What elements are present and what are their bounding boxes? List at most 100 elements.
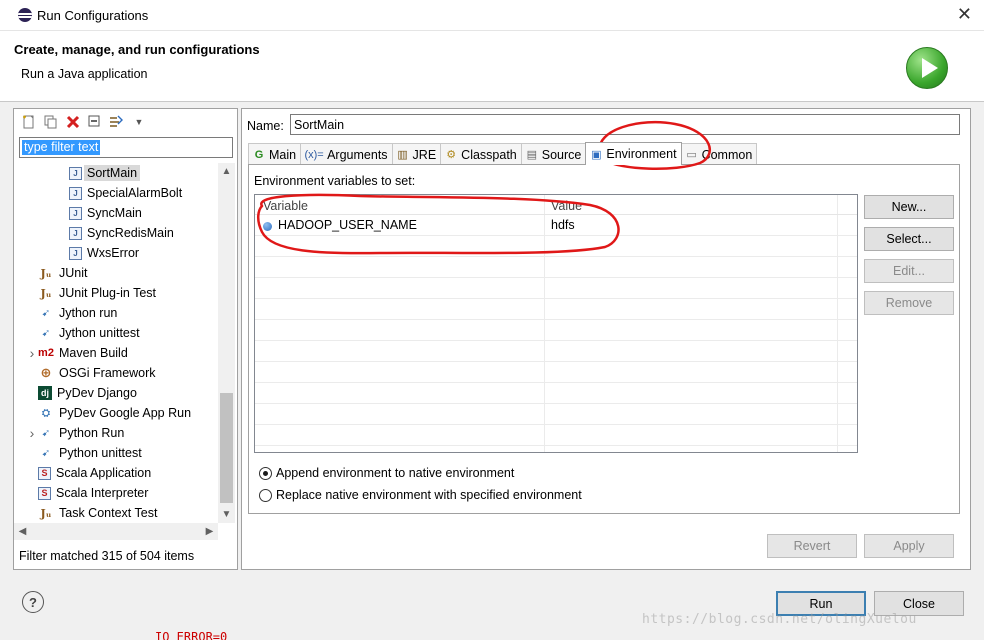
tab-arguments[interactable]: (x)= Arguments [300, 143, 393, 165]
table-row [255, 321, 857, 341]
table-row [255, 405, 857, 425]
tree-item[interactable]: › ➹ Python Run [26, 423, 125, 443]
background-log-text: IO_ERROR=0 [155, 630, 228, 640]
scroll-right-icon[interactable]: ▶ [201, 523, 218, 540]
tree-item[interactable]: ➹ Python unittest [26, 443, 142, 463]
filter-icon[interactable] [108, 113, 126, 131]
chevron-right-icon[interactable]: › [26, 425, 38, 441]
tree-vertical-scrollbar[interactable]: ▲ ▼ [218, 163, 235, 523]
osgi-icon: ⊕ [40, 365, 52, 380]
arguments-icon: (x)= [304, 148, 324, 161]
radio-label: Replace native environment with specifie… [276, 488, 582, 502]
revert-button[interactable]: Revert [767, 534, 857, 558]
collapse-all-icon[interactable] [86, 113, 104, 131]
scroll-down-icon[interactable]: ▼ [218, 506, 235, 523]
tab-environment[interactable]: ▣ Environment [585, 142, 682, 165]
tree-item[interactable]: J SpecialAlarmBolt [57, 183, 182, 203]
select-button[interactable]: Select... [864, 227, 954, 251]
name-field[interactable] [290, 114, 960, 135]
tree-item[interactable]: › m2 Maven Build [26, 343, 128, 363]
tree-item-label: JUnit [59, 266, 88, 280]
tree-item-label: OSGi Framework [59, 366, 156, 380]
remove-button[interactable]: Remove [864, 291, 954, 315]
configuration-list-panel: ▼ type filter text J SortMain J SpecialAlar… [13, 108, 238, 570]
configuration-editor-panel: Name: G Main (x)= Arguments ▥ JRE ⚙ Clas… [241, 108, 971, 570]
java-class-icon: J [69, 186, 82, 200]
tree-item-label: SortMain [84, 165, 141, 181]
java-class-icon: J [69, 166, 82, 180]
tree-item-label: Python unittest [59, 446, 142, 460]
main-tab-icon: G [254, 148, 264, 161]
new-button[interactable]: New... [864, 195, 954, 219]
tree-item-label: Scala Application [56, 466, 152, 480]
table-row [255, 384, 857, 404]
table-row [255, 426, 857, 446]
edit-button[interactable]: Edit... [864, 259, 954, 283]
scroll-left-icon[interactable]: ◀ [14, 523, 31, 540]
tree-item[interactable]: S Scala Interpreter [26, 483, 148, 503]
tree-horizontal-scrollbar[interactable]: ◀ ▶ [14, 523, 218, 540]
jython-icon: ➹ [41, 307, 51, 319]
common-icon: ▭ [686, 149, 697, 161]
tree-item[interactable]: ➹ Jython unittest [26, 323, 140, 343]
tab-label: Common [701, 147, 753, 162]
title-bar: Run Configurations ✕ [0, 0, 984, 31]
table-row [255, 447, 857, 452]
tree-item[interactable]: ⊕ OSGi Framework [26, 363, 156, 383]
tree-item-label: SpecialAlarmBolt [87, 186, 183, 200]
tree-item[interactable]: J SortMain [57, 163, 141, 183]
python-unittest-icon: ➹ [41, 447, 51, 459]
help-icon[interactable]: ? [22, 591, 44, 613]
replace-environment-radio[interactable]: Replace native environment with specifie… [259, 488, 582, 502]
table-row [255, 300, 857, 320]
tab-classpath[interactable]: ⚙ Classpath [440, 143, 522, 165]
append-environment-radio[interactable]: Append environment to native environment [259, 466, 514, 480]
table-row [255, 237, 857, 257]
tree-item[interactable]: J SyncMain [57, 203, 142, 223]
tab-main[interactable]: G Main [248, 143, 302, 165]
tab-common[interactable]: ▭ Common [680, 143, 758, 165]
tree-item[interactable]: ➹ Jython run [26, 303, 118, 323]
tab-label: JRE [412, 147, 437, 162]
delete-icon[interactable] [64, 113, 82, 131]
java-class-icon: J [69, 226, 82, 240]
tree-item[interactable]: Jᵤ JUnit [26, 263, 88, 283]
table-header: Variable Value [255, 195, 857, 215]
tree-item[interactable]: ⛭ PyDev Google App Run [26, 403, 191, 423]
tab-jre[interactable]: ▥ JRE [391, 143, 442, 165]
jre-icon: ▥ [397, 149, 408, 161]
table-row [255, 279, 857, 299]
apply-button[interactable]: Apply [864, 534, 954, 558]
table-row[interactable]: HADOOP_USER_NAME hdfs [255, 216, 857, 236]
name-label: Name: [247, 119, 284, 133]
radio-button-unchecked[interactable] [259, 488, 272, 502]
view-menu-chevron-down-icon[interactable]: ▼ [130, 113, 148, 131]
django-icon: dj [38, 386, 52, 400]
env-variables-label: Environment variables to set: [254, 174, 416, 188]
tree-item[interactable]: J WxsError [57, 243, 139, 263]
filter-input[interactable]: type filter text [19, 137, 233, 158]
scala-icon: S [38, 486, 51, 500]
tree-item[interactable]: Jᵤ JUnit Plug-in Test [26, 283, 157, 303]
new-config-icon[interactable] [20, 113, 38, 131]
tree-item[interactable]: S Scala Application [26, 463, 151, 483]
radio-button-checked[interactable] [259, 466, 272, 480]
junit-icon: Jᵤ [40, 266, 52, 280]
scroll-up-icon[interactable]: ▲ [218, 163, 235, 180]
tree-item[interactable]: J SyncRedisMain [57, 223, 174, 243]
close-icon[interactable]: ✕ [957, 4, 972, 25]
name-input[interactable] [291, 115, 959, 134]
duplicate-icon[interactable] [42, 113, 60, 131]
python-icon: ➹ [41, 427, 51, 439]
chevron-right-icon[interactable]: › [26, 345, 38, 361]
tree-item[interactable]: Jᵤ Task Context Test [26, 503, 158, 523]
list-toolbar: ▼ [20, 112, 148, 132]
tree-item[interactable]: dj PyDev Django [26, 383, 137, 403]
value-cell: hdfs [551, 218, 575, 232]
scroll-thumb[interactable] [220, 393, 233, 503]
tab-source[interactable]: ▤ Source [520, 143, 587, 165]
column-header-variable[interactable]: Variable [263, 199, 308, 213]
watermark: https://blog.csdn.net/olingXuelou [642, 612, 917, 627]
environment-table[interactable]: Variable Value HADOOP_USER_NAME hdfs [254, 194, 858, 453]
column-header-value[interactable]: Value [551, 199, 582, 213]
